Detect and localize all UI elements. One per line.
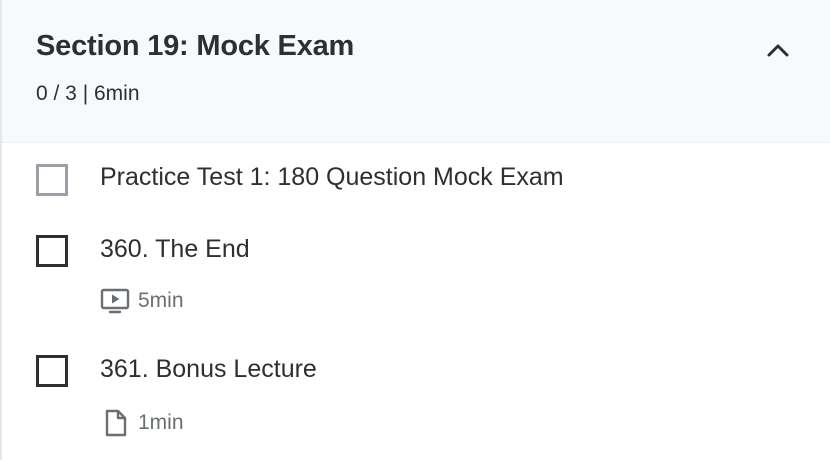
item-duration: 5min xyxy=(100,288,184,314)
item-title: 361. Bonus Lecture xyxy=(100,355,317,383)
section-progress: 0 / 3 | 6min xyxy=(36,82,140,105)
item-title: Practice Test 1: 180 Question Mock Exam xyxy=(100,163,564,191)
file-icon xyxy=(105,409,127,437)
section-title: Section 19: Mock Exam xyxy=(36,30,355,62)
chevron-up-icon xyxy=(767,44,789,57)
item-duration-text: 1min xyxy=(138,411,184,434)
curriculum-panel: Section 19: Mock Exam 0 / 3 | 6min Pract… xyxy=(0,0,830,460)
item-checkbox[interactable] xyxy=(36,355,68,387)
item-checkbox[interactable] xyxy=(36,164,68,196)
section-header[interactable]: Section 19: Mock Exam 0 / 3 | 6min xyxy=(2,0,830,143)
list-item[interactable]: Practice Test 1: 180 Question Mock Exam xyxy=(2,143,830,215)
item-checkbox[interactable] xyxy=(36,235,68,267)
list-item[interactable]: 361. Bonus Lecture 1min xyxy=(2,335,830,460)
video-icon xyxy=(100,288,130,314)
item-duration-text: 5min xyxy=(138,289,184,312)
item-duration: 1min xyxy=(100,409,184,437)
item-title: 360. The End xyxy=(100,235,250,263)
collapse-section-button[interactable] xyxy=(760,34,796,66)
list-item[interactable]: 360. The End 5min xyxy=(2,215,830,335)
